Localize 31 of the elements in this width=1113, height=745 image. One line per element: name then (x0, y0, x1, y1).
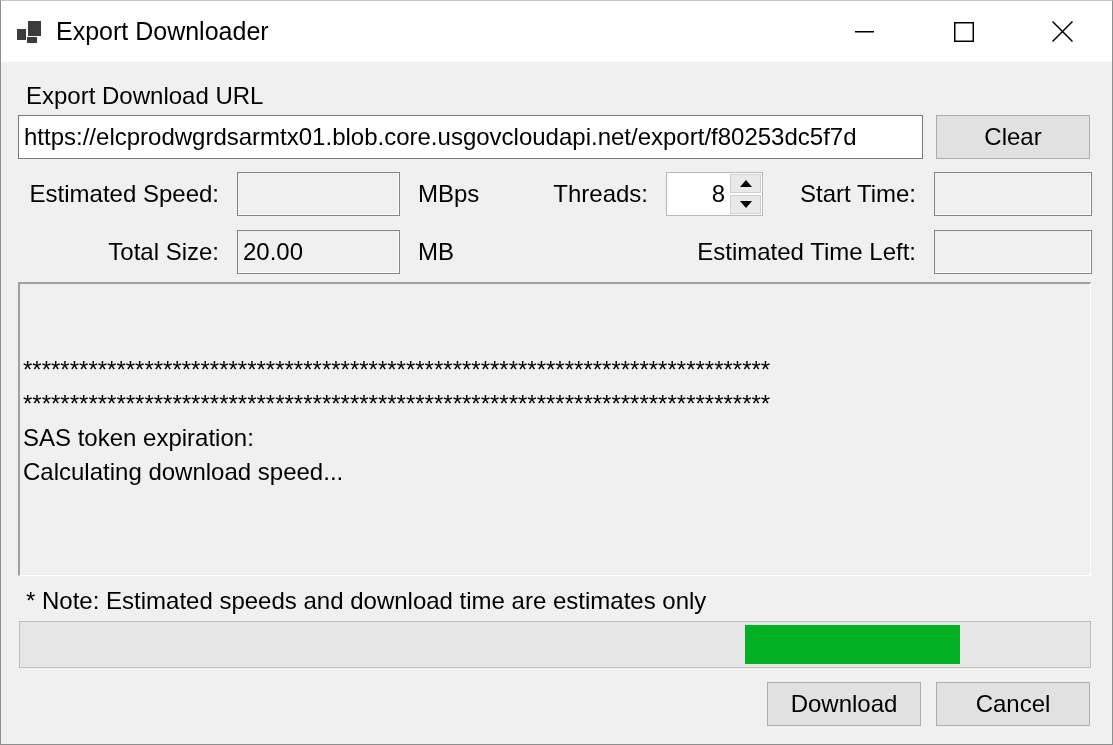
number-spinner[interactable]: 8 (666, 172, 763, 216)
text-field[interactable] (934, 230, 1092, 274)
url-field[interactable]: https://elcprodwgrdsarmtx01.blob.core.usgovcloudapi.net/export/f80253dc5f7d (18, 115, 923, 159)
text-field[interactable] (237, 172, 400, 216)
url-label: Export Download URL (26, 82, 264, 110)
dialog-button[interactable]: Download (767, 682, 921, 726)
dialog-button[interactable]: Cancel (936, 682, 1090, 726)
caret-up-icon (739, 180, 752, 187)
spin-up-button[interactable] (730, 174, 761, 193)
clear-button[interactable]: Clear (936, 115, 1090, 159)
maximize-icon (953, 21, 974, 42)
text-field[interactable]: 20.00 (237, 230, 400, 274)
unit-label: MBps (418, 180, 480, 208)
spin-down-button[interactable] (730, 195, 761, 214)
caret-down-icon (739, 201, 752, 208)
log-line: ******************************************************************************** (23, 389, 771, 419)
field-label: Threads: (553, 180, 648, 208)
log-line: Calculating download speed... (23, 457, 344, 487)
note-text: * Note: Estimated speeds and download time are estimates only (26, 588, 707, 614)
log-line: SAS token expiration: (23, 423, 254, 453)
field-label: Start Time: (799, 180, 916, 208)
field-label: Total Size: (108, 238, 219, 266)
field-label: Estimated Time Left: (697, 238, 916, 266)
text-field[interactable] (934, 172, 1092, 216)
app-icon (17, 20, 41, 43)
unit-label: MB (418, 238, 454, 266)
field-label: Estimated Speed: (29, 180, 219, 208)
log-line: ******************************************************************************** (23, 355, 771, 385)
close-icon (1052, 21, 1073, 42)
window-title: Export Downloader (56, 17, 270, 46)
minimize-icon (855, 30, 874, 33)
